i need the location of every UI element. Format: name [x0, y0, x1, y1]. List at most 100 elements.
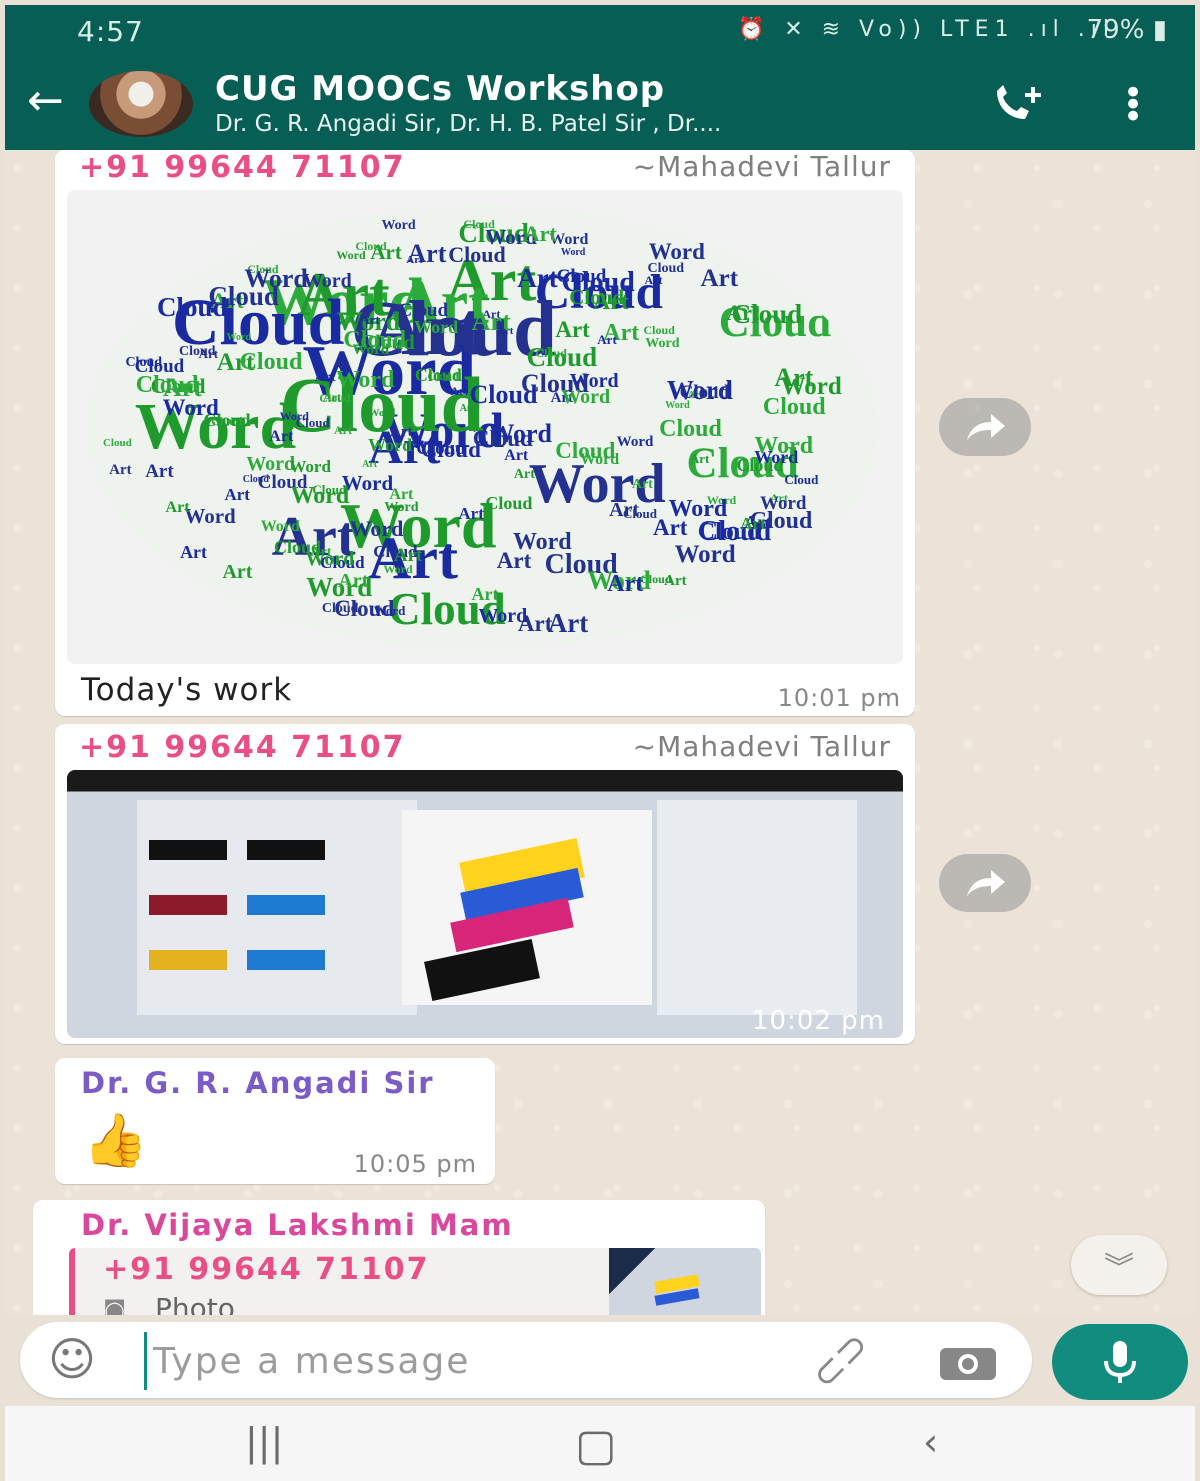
- message-time: 10:01 pm: [777, 684, 901, 712]
- wordcloud-word: Word: [162, 395, 219, 421]
- home-icon[interactable]: ▢: [575, 1420, 617, 1471]
- quoted-message[interactable]: +91 99644 71107 ◙ Photo: [69, 1248, 761, 1315]
- recent-apps-icon[interactable]: |||: [245, 1420, 283, 1464]
- wordcloud-word: Art: [224, 485, 250, 505]
- forward-icon[interactable]: [939, 398, 1031, 456]
- wordcloud-word: Art: [631, 476, 653, 492]
- wordcloud-image[interactable]: Art Word Cloud Art Word Cloud Art Cloud Art Word C…: [67, 190, 903, 664]
- wordcloud-word: Art: [109, 461, 132, 478]
- mic-button[interactable]: [1052, 1324, 1188, 1400]
- system-nav-bar: ||| ▢ ‹: [5, 1406, 1195, 1481]
- wordcloud-word: Art: [362, 458, 378, 470]
- message-image-2[interactable]: +91 99644 71107 ~Mahadevi Tallur 10:02 p…: [55, 724, 915, 1044]
- wordcloud-word: Word: [226, 331, 252, 343]
- back-arrow-icon[interactable]: ←: [27, 79, 64, 123]
- wordcloud-word: Word: [336, 248, 366, 263]
- more-vert-icon[interactable]: • • •: [1123, 76, 1143, 134]
- wordcloud-word: Word: [381, 217, 416, 233]
- quoted-type: Photo: [155, 1292, 235, 1315]
- wordcloud-word: Art: [607, 570, 644, 597]
- mic-icon: [1104, 1341, 1136, 1383]
- wordcloud-word: Cloud: [242, 473, 269, 485]
- nav-back-icon[interactable]: ‹: [923, 1420, 938, 1464]
- wordcloud-word: Cloud: [416, 438, 466, 460]
- photo-panel-left: [137, 800, 417, 1015]
- wordcloud-word: Cloud: [343, 327, 407, 354]
- wordcloud-word: Art: [471, 306, 511, 336]
- emoji-icon[interactable]: ☺: [48, 1332, 96, 1386]
- message-author[interactable]: Dr. Vijaya Lakshmi Mam: [81, 1208, 514, 1242]
- wordcloud-word: Cloud: [731, 298, 803, 329]
- wordcloud-word: Art: [700, 265, 739, 293]
- wordcloud-word: Art: [644, 273, 663, 288]
- status-time: 4:57: [77, 15, 144, 48]
- sender-name: ~Mahadevi Tallur: [632, 730, 891, 763]
- attach-icon[interactable]: ⊂⊃: [802, 1322, 878, 1398]
- wordcloud-word: Art: [222, 560, 253, 583]
- wordcloud-word: Cloud: [321, 601, 359, 617]
- group-name[interactable]: CUG MOOCs Workshop: [215, 69, 665, 109]
- group-avatar[interactable]: [89, 71, 193, 137]
- sender-phone[interactable]: +91 99644 71107: [79, 730, 406, 765]
- chat-messages[interactable]: +91 99644 71107 ~Mahadevi Tallur Art Word…: [5, 150, 1195, 1315]
- wordcloud-word: Word: [260, 518, 300, 536]
- wordcloud-word: Art: [180, 542, 208, 563]
- wordcloud-picture: Art Word Cloud Art Word Cloud Art Cloud Art Word C…: [87, 205, 877, 650]
- photo-panel-right: [657, 800, 857, 1015]
- wordcloud-word: Cloud: [485, 492, 533, 513]
- forward-icon[interactable]: [939, 854, 1031, 912]
- wordcloud-word: Word: [488, 418, 553, 448]
- message-input[interactable]: [144, 1332, 775, 1390]
- message-reaction[interactable]: Dr. G. R. Angadi Sir 👍 10:05 pm: [55, 1058, 495, 1184]
- wordcloud-word: Word: [561, 386, 611, 409]
- wordcloud-word: Cloud: [643, 323, 675, 338]
- wordcloud-word: Cloud: [295, 415, 330, 430]
- wordcloud-word: Word: [579, 450, 620, 468]
- wordcloud-word: Art: [740, 514, 766, 534]
- message-image-1[interactable]: +91 99644 71107 ~Mahadevi Tallur Art Word…: [55, 150, 915, 716]
- wordcloud-word: Word: [289, 456, 331, 476]
- wordcloud-word: Art: [513, 467, 535, 483]
- wordcloud-word: Cloud: [463, 216, 495, 231]
- wordcloud-word: Word: [560, 247, 586, 259]
- wordcloud-word: Art: [517, 262, 558, 293]
- wordcloud-word: Cloud: [102, 436, 132, 449]
- wordcloud-word: Word: [478, 605, 528, 628]
- wordcloud-word: Art: [165, 498, 190, 516]
- wordcloud-word: Art: [314, 370, 336, 386]
- wordcloud-word: Word: [674, 540, 736, 568]
- wordcloud-word: Word: [335, 367, 395, 394]
- scroll-down-icon[interactable]: ︾: [1071, 1235, 1167, 1295]
- wordcloud-word: Art: [496, 548, 532, 574]
- wordcloud-word: Word: [754, 446, 799, 467]
- sender-name: ~Mahadevi Tallur: [632, 150, 891, 183]
- message-author[interactable]: Dr. G. R. Angadi Sir: [81, 1066, 435, 1100]
- wordcloud-word: Art: [523, 221, 557, 247]
- message-reply[interactable]: Dr. Vijaya Lakshmi Mam +91 99644 71107 ◙…: [33, 1200, 765, 1315]
- add-call-icon[interactable]: [991, 83, 1047, 123]
- wordcloud-word: Cloud: [556, 266, 607, 288]
- chat-header: ← CUG MOOCs Workshop Dr. G. R. Angadi Si…: [5, 57, 1195, 150]
- wordcloud-word: Word: [368, 406, 396, 419]
- camera-icon[interactable]: [938, 1342, 998, 1382]
- wordcloud-word: Word: [384, 499, 419, 515]
- wordcloud-word: Art: [145, 460, 174, 482]
- photo-content: [67, 770, 903, 1038]
- wordcloud-word: Word: [349, 515, 404, 541]
- quoted-thumbnail: [609, 1248, 761, 1315]
- wordcloud-word: Art: [393, 545, 423, 567]
- status-bar: 4:57 ⏰ ✕ ≋ Vo)) LTE1 .ıl .ıl 79% ▮: [5, 5, 1195, 57]
- wordcloud-word: Cloud: [569, 285, 625, 310]
- wordcloud-word: Art: [338, 570, 369, 593]
- group-members[interactable]: Dr. G. R. Angadi Sir, Dr. H. B. Patel Si…: [215, 111, 721, 137]
- wordcloud-word: Cloud: [208, 280, 279, 311]
- wordcloud-word: Art: [322, 390, 341, 405]
- sender-phone[interactable]: +91 99644 71107: [79, 150, 406, 185]
- collage-photo[interactable]: 10:02 pm: [67, 770, 903, 1038]
- wordcloud-word: Cloud: [535, 346, 567, 361]
- wordcloud-word: Word: [305, 548, 355, 571]
- wordcloud-word: Cloud: [659, 415, 722, 442]
- wordcloud-word: Art: [689, 451, 710, 467]
- wordcloud-word: Art: [450, 383, 469, 398]
- message-time: 10:02 pm: [751, 1006, 885, 1036]
